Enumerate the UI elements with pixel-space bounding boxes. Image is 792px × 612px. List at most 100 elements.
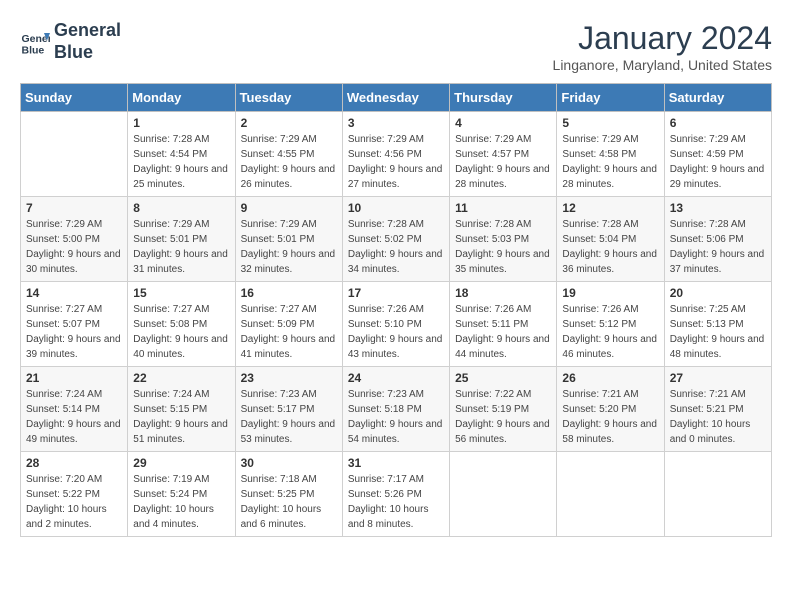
day-number: 17 [348, 286, 444, 300]
day-info: Sunrise: 7:27 AMSunset: 5:09 PMDaylight:… [241, 302, 337, 362]
day-info: Sunrise: 7:22 AMSunset: 5:19 PMDaylight:… [455, 387, 551, 447]
page-header: General Blue General Blue January 2024 L… [20, 20, 772, 73]
logo: General Blue General Blue [20, 20, 121, 63]
calendar-table: SundayMondayTuesdayWednesdayThursdayFrid… [20, 83, 772, 537]
calendar-week-3: 14 Sunrise: 7:27 AMSunset: 5:07 PMDayligh… [21, 282, 772, 367]
day-info: Sunrise: 7:23 AMSunset: 5:18 PMDaylight:… [348, 387, 444, 447]
day-info: Sunrise: 7:27 AMSunset: 5:07 PMDaylight:… [26, 302, 122, 362]
day-info: Sunrise: 7:29 AMSunset: 4:58 PMDaylight:… [562, 132, 658, 192]
day-info: Sunrise: 7:21 AMSunset: 5:21 PMDaylight:… [670, 387, 766, 447]
day-info: Sunrise: 7:29 AMSunset: 5:01 PMDaylight:… [241, 217, 337, 277]
day-number: 23 [241, 371, 337, 385]
calendar-week-5: 28 Sunrise: 7:20 AMSunset: 5:22 PMDayligh… [21, 452, 772, 537]
day-header-saturday: Saturday [664, 84, 771, 112]
day-info: Sunrise: 7:29 AMSunset: 5:00 PMDaylight:… [26, 217, 122, 277]
calendar-subtitle: Linganore, Maryland, United States [553, 57, 772, 73]
day-number: 16 [241, 286, 337, 300]
day-info: Sunrise: 7:24 AMSunset: 5:15 PMDaylight:… [133, 387, 229, 447]
calendar-cell: 11 Sunrise: 7:28 AMSunset: 5:03 PMDayligh… [450, 197, 557, 282]
calendar-cell: 25 Sunrise: 7:22 AMSunset: 5:19 PMDayligh… [450, 367, 557, 452]
calendar-cell: 24 Sunrise: 7:23 AMSunset: 5:18 PMDayligh… [342, 367, 449, 452]
calendar-cell: 19Sunrise: 7:26 AMSunset: 5:12 PMDayligh… [557, 282, 664, 367]
day-header-sunday: Sunday [21, 84, 128, 112]
day-info: Sunrise: 7:26 AMSunset: 5:11 PMDaylight:… [455, 302, 551, 362]
day-number: 31 [348, 456, 444, 470]
calendar-week-1: 1Sunrise: 7:28 AMSunset: 4:54 PMDaylight… [21, 112, 772, 197]
calendar-cell: 30Sunrise: 7:18 AMSunset: 5:25 PMDayligh… [235, 452, 342, 537]
calendar-cell: 10 Sunrise: 7:28 AMSunset: 5:02 PMDayligh… [342, 197, 449, 282]
calendar-cell [664, 452, 771, 537]
calendar-cell: 29Sunrise: 7:19 AMSunset: 5:24 PMDayligh… [128, 452, 235, 537]
calendar-cell: 18 Sunrise: 7:26 AMSunset: 5:11 PMDayligh… [450, 282, 557, 367]
day-info: Sunrise: 7:29 AMSunset: 4:56 PMDaylight:… [348, 132, 444, 192]
svg-text:Blue: Blue [22, 44, 45, 56]
calendar-cell: 1Sunrise: 7:28 AMSunset: 4:54 PMDaylight… [128, 112, 235, 197]
title-area: January 2024 Linganore, Maryland, United… [553, 20, 772, 73]
day-number: 21 [26, 371, 122, 385]
day-number: 22 [133, 371, 229, 385]
calendar-cell: 31 Sunrise: 7:17 AMSunset: 5:26 PMDayligh… [342, 452, 449, 537]
day-number: 8 [133, 201, 229, 215]
day-number: 25 [455, 371, 551, 385]
day-number: 20 [670, 286, 766, 300]
calendar-cell: 4Sunrise: 7:29 AMSunset: 4:57 PMDaylight… [450, 112, 557, 197]
calendar-cell: 2Sunrise: 7:29 AMSunset: 4:55 PMDaylight… [235, 112, 342, 197]
calendar-cell [557, 452, 664, 537]
calendar-cell: 27 Sunrise: 7:21 AMSunset: 5:21 PMDayligh… [664, 367, 771, 452]
day-info: Sunrise: 7:25 AMSunset: 5:13 PMDaylight:… [670, 302, 766, 362]
day-number: 14 [26, 286, 122, 300]
day-number: 7 [26, 201, 122, 215]
day-number: 6 [670, 116, 766, 130]
calendar-cell: 28 Sunrise: 7:20 AMSunset: 5:22 PMDayligh… [21, 452, 128, 537]
day-header-monday: Monday [128, 84, 235, 112]
day-number: 11 [455, 201, 551, 215]
day-number: 10 [348, 201, 444, 215]
calendar-cell: 6 Sunrise: 7:29 AMSunset: 4:59 PMDaylight… [664, 112, 771, 197]
calendar-cell: 15 Sunrise: 7:27 AMSunset: 5:08 PMDayligh… [128, 282, 235, 367]
day-info: Sunrise: 7:20 AMSunset: 5:22 PMDaylight:… [26, 472, 122, 532]
day-info: Sunrise: 7:23 AMSunset: 5:17 PMDaylight:… [241, 387, 337, 447]
calendar-cell: 9Sunrise: 7:29 AMSunset: 5:01 PMDaylight… [235, 197, 342, 282]
calendar-cell: 21Sunrise: 7:24 AMSunset: 5:14 PMDayligh… [21, 367, 128, 452]
day-number: 4 [455, 116, 551, 130]
day-number: 19 [562, 286, 658, 300]
day-info: Sunrise: 7:29 AMSunset: 4:59 PMDaylight:… [670, 132, 766, 192]
day-info: Sunrise: 7:28 AMSunset: 5:03 PMDaylight:… [455, 217, 551, 277]
day-number: 30 [241, 456, 337, 470]
calendar-cell: 3Sunrise: 7:29 AMSunset: 4:56 PMDaylight… [342, 112, 449, 197]
day-number: 2 [241, 116, 337, 130]
day-info: Sunrise: 7:21 AMSunset: 5:20 PMDaylight:… [562, 387, 658, 447]
calendar-cell: 22 Sunrise: 7:24 AMSunset: 5:15 PMDayligh… [128, 367, 235, 452]
calendar-cell [21, 112, 128, 197]
calendar-cell: 12Sunrise: 7:28 AMSunset: 5:04 PMDayligh… [557, 197, 664, 282]
calendar-cell: 20 Sunrise: 7:25 AMSunset: 5:13 PMDayligh… [664, 282, 771, 367]
day-number: 13 [670, 201, 766, 215]
calendar-cell: 17 Sunrise: 7:26 AMSunset: 5:10 PMDayligh… [342, 282, 449, 367]
calendar-cell: 8Sunrise: 7:29 AMSunset: 5:01 PMDaylight… [128, 197, 235, 282]
calendar-cell: 13Sunrise: 7:28 AMSunset: 5:06 PMDayligh… [664, 197, 771, 282]
day-number: 28 [26, 456, 122, 470]
calendar-cell: 16 Sunrise: 7:27 AMSunset: 5:09 PMDayligh… [235, 282, 342, 367]
calendar-cell: 5 Sunrise: 7:29 AMSunset: 4:58 PMDaylight… [557, 112, 664, 197]
day-number: 26 [562, 371, 658, 385]
day-info: Sunrise: 7:26 AMSunset: 5:10 PMDaylight:… [348, 302, 444, 362]
day-header-wednesday: Wednesday [342, 84, 449, 112]
day-number: 5 [562, 116, 658, 130]
logo-icon: General Blue [20, 27, 50, 57]
day-header-thursday: Thursday [450, 84, 557, 112]
day-number: 27 [670, 371, 766, 385]
day-number: 18 [455, 286, 551, 300]
calendar-cell: 23 Sunrise: 7:23 AMSunset: 5:17 PMDayligh… [235, 367, 342, 452]
day-header-friday: Friday [557, 84, 664, 112]
calendar-cell: 7 Sunrise: 7:29 AMSunset: 5:00 PMDaylight… [21, 197, 128, 282]
day-info: Sunrise: 7:27 AMSunset: 5:08 PMDaylight:… [133, 302, 229, 362]
day-info: Sunrise: 7:28 AMSunset: 5:02 PMDaylight:… [348, 217, 444, 277]
day-number: 12 [562, 201, 658, 215]
calendar-week-2: 7 Sunrise: 7:29 AMSunset: 5:00 PMDaylight… [21, 197, 772, 282]
day-info: Sunrise: 7:17 AMSunset: 5:26 PMDaylight:… [348, 472, 444, 532]
logo-text: General Blue [54, 20, 121, 63]
day-number: 24 [348, 371, 444, 385]
day-number: 15 [133, 286, 229, 300]
day-number: 1 [133, 116, 229, 130]
day-info: Sunrise: 7:19 AMSunset: 5:24 PMDaylight:… [133, 472, 229, 532]
